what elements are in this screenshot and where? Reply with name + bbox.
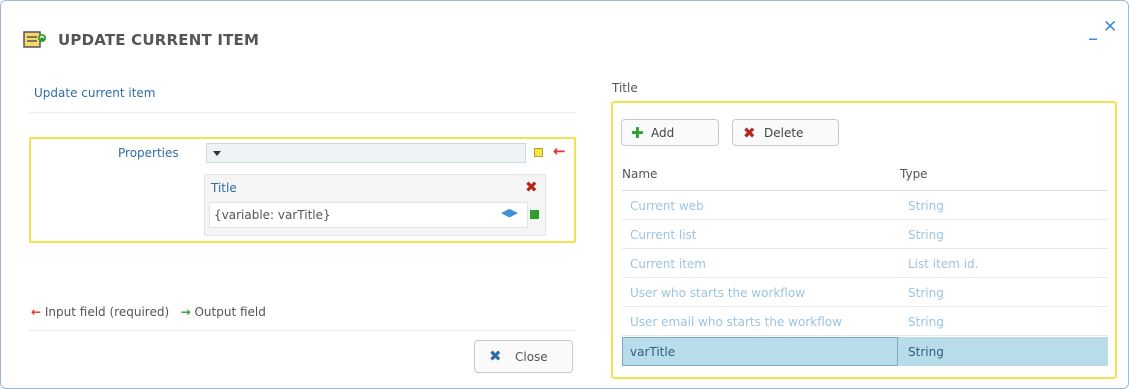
close-window-icon[interactable]: ✕ [1103,17,1117,37]
table-row[interactable]: Current item List item id. [622,249,1108,278]
properties-select[interactable] [206,143,526,163]
section-label: Update current item [34,86,156,100]
row-type: String [908,315,944,329]
delete-icon: ✖ [743,124,756,142]
row-type: String [908,286,944,300]
row-name: Current list [630,228,697,242]
output-arrow-legend-icon: → [180,305,191,319]
column-header-name: Name [622,167,658,181]
property-title: Title [211,181,237,195]
legend: ← Input field (required) → Output field [31,305,266,319]
close-button[interactable]: ✖ Close [474,340,573,373]
row-type: String [908,228,944,242]
input-legend-label: Input field (required) [44,305,170,319]
dialog-title: UPDATE CURRENT ITEM [58,31,260,49]
table-row[interactable]: Current web String [622,191,1108,220]
row-type: List item id. [908,257,979,271]
row-name: User email who starts the workflow [630,315,842,329]
row-name: Current web [630,199,704,213]
row-type: String [908,199,944,213]
table-row[interactable]: User email who starts the workflow Strin… [622,307,1108,336]
close-button-label: Close [515,350,548,364]
update-item-dialog: UPDATE CURRENT ITEM _ ✕ Update current i… [0,0,1129,389]
add-plus-icon: ✚ [631,124,644,142]
divider [29,112,576,113]
add-button-label: Add [651,126,675,140]
input-arrow-legend-icon: ← [31,305,42,319]
delete-button-label: Delete [764,126,804,140]
output-square-icon [530,210,539,219]
panel-title: Title [612,81,638,95]
divider [29,330,576,331]
row-name: Current item [630,257,706,271]
table-row[interactable]: Current list String [622,220,1108,249]
row-name: User who starts the workflow [630,286,806,300]
property-value-input[interactable]: {variable: varTitle} [209,202,528,228]
minimize-icon[interactable]: _ [1089,21,1097,40]
table-row[interactable]: User who starts the workflow String [622,278,1108,307]
output-legend-label: Output field [194,305,266,319]
add-button[interactable]: ✚ Add [621,119,719,146]
properties-label: Properties [118,146,179,160]
input-arrow-icon: ← [553,142,566,160]
delete-button[interactable]: ✖ Delete [732,119,839,146]
bidirectional-arrow-icon[interactable]: ◀▶ [501,206,518,219]
row-name: varTitle [630,345,676,359]
close-x-icon: ✖ [489,347,502,365]
row-type: String [908,345,944,359]
table-row-selected[interactable]: varTitle String [622,337,1108,366]
workflow-icon [23,31,46,48]
delete-x-icon[interactable]: ✖ [525,178,538,196]
dropdown-caret-icon [213,151,221,156]
required-square-icon [534,148,543,157]
column-header-type: Type [900,167,928,181]
